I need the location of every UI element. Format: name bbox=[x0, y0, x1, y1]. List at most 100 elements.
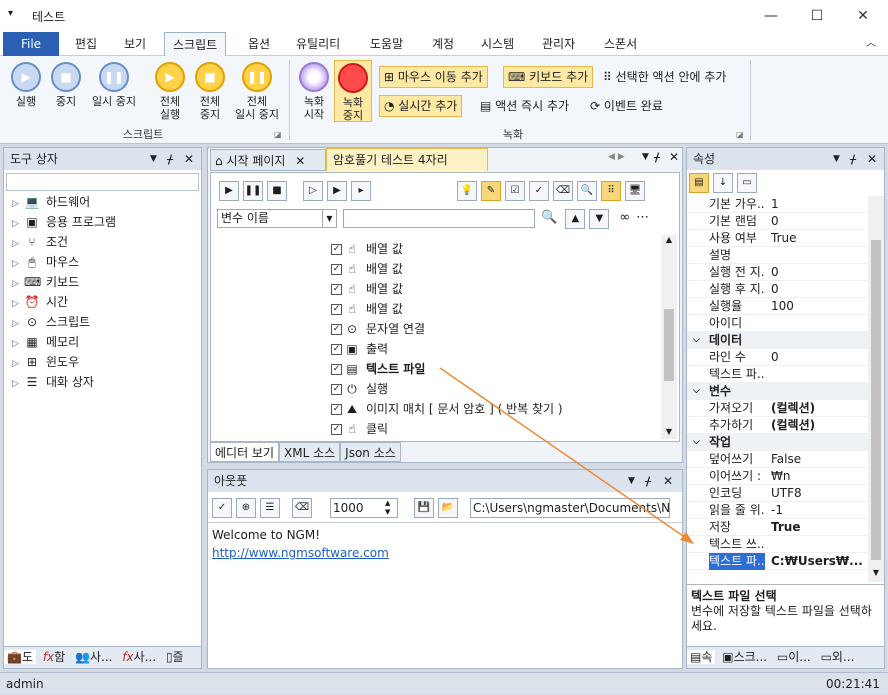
new-file-icon[interactable]: ⊕ bbox=[236, 498, 256, 518]
property-value[interactable]: -1 bbox=[771, 502, 868, 519]
tab-scroll-left-icon[interactable]: ◀ ▶ bbox=[608, 152, 625, 162]
add-in-selected-button[interactable]: ⠿ 선택한 액션 안에 추가 bbox=[598, 66, 731, 88]
close-icon[interactable]: ✕ bbox=[184, 148, 194, 170]
list-item[interactable]: ✓ ☝ 클릭 bbox=[331, 419, 661, 439]
step-icon[interactable]: ▷ bbox=[303, 181, 323, 201]
add-immediate-button[interactable]: ▤ 액션 즉시 추가 bbox=[475, 95, 574, 117]
property-row[interactable]: 기본 가우... 1 bbox=[687, 196, 868, 213]
app-menu-icon[interactable]: ▾ bbox=[8, 8, 13, 19]
stop-button[interactable]: ■ 중지 bbox=[46, 62, 86, 108]
spinner-arrows-icon[interactable]: ▲ ▼ bbox=[385, 499, 390, 517]
list-item[interactable]: ✓ ⛰ 이미지 매치 [ 문서 암호 ] ( 반복 찾기 ) bbox=[331, 399, 661, 419]
property-value[interactable]: True bbox=[771, 519, 868, 536]
property-row[interactable]: 저장 True bbox=[687, 519, 868, 536]
property-row[interactable]: 텍스트 파... C:₩Users₩... bbox=[687, 553, 868, 570]
tree-item-time[interactable]: ▷ ⏰ 시간 bbox=[12, 292, 116, 312]
scroll-down-icon[interactable]: ▼ bbox=[868, 568, 884, 577]
close-icon[interactable]: ✕ bbox=[663, 470, 673, 492]
list-item[interactable]: ✓ ☝ 배열 값 bbox=[331, 299, 661, 319]
property-row[interactable]: 라인 수 0 bbox=[687, 349, 868, 366]
checkbox[interactable]: ✓ bbox=[331, 324, 342, 335]
toolbox-search-input[interactable] bbox=[6, 173, 199, 191]
tab-external[interactable]: ▭외... bbox=[818, 650, 858, 664]
pin-icon[interactable]: ᚋ bbox=[645, 470, 651, 492]
list-item[interactable]: ✓ ▣ 출력 bbox=[331, 339, 661, 359]
pin-icon[interactable]: ᚋ bbox=[167, 148, 173, 170]
stop-all-button[interactable]: ■ 전체 중지 bbox=[188, 62, 232, 121]
collapse-icon[interactable]: ⌵ bbox=[693, 434, 700, 451]
tab-properties[interactable]: ▤속 bbox=[687, 650, 716, 664]
menu-sponsor[interactable]: 스폰서 bbox=[604, 32, 637, 56]
scrollbar-thumb[interactable] bbox=[664, 309, 674, 381]
add-mouse-move-button[interactable]: ⊞ 마우스 이동 추가 bbox=[379, 66, 488, 88]
search-icon[interactable]: 🔍 bbox=[577, 181, 597, 201]
menu-file[interactable]: File bbox=[3, 32, 59, 56]
dropdown-icon[interactable]: ▼ bbox=[833, 148, 840, 170]
property-value[interactable]: UTF8 bbox=[771, 485, 868, 502]
tree-item-window[interactable]: ▷ ⊞ 윈도우 bbox=[12, 352, 116, 372]
run-button[interactable]: ▶ 실행 bbox=[6, 62, 46, 108]
menu-system[interactable]: 시스템 bbox=[481, 32, 514, 56]
minimize-button[interactable]: — bbox=[748, 0, 794, 32]
property-category[interactable]: ⌵ 데이터 bbox=[687, 332, 868, 349]
event-done-button[interactable]: ⟳ 이벤트 완료 bbox=[585, 95, 668, 117]
tree-item-memory[interactable]: ▷ ▦ 메모리 bbox=[12, 332, 116, 352]
expand-icon[interactable]: ▷ bbox=[12, 234, 24, 254]
property-value[interactable]: 0 bbox=[771, 349, 868, 366]
property-row[interactable]: 실행 전 지... 0 bbox=[687, 264, 868, 281]
tab-editor-view[interactable]: 에디터 보기 bbox=[210, 442, 280, 462]
output-path-input[interactable]: C:\Users\ngmaster\Documents\NGM bbox=[470, 498, 670, 518]
tree-icon[interactable]: ⠿ bbox=[601, 181, 621, 201]
menu-options[interactable]: 옵션 bbox=[248, 32, 270, 56]
property-value[interactable]: False bbox=[771, 451, 868, 468]
collapse-icon[interactable]: ⌵ bbox=[693, 332, 700, 349]
arrow-down-icon[interactable]: ▼ bbox=[589, 209, 610, 229]
arrow-up-icon[interactable]: ▲ bbox=[565, 209, 586, 229]
list-icon[interactable]: ☰ bbox=[260, 498, 280, 518]
checkbox[interactable]: ✓ bbox=[331, 424, 342, 435]
more-icon[interactable]: ⋯ bbox=[636, 210, 649, 225]
record-start-button[interactable]: 녹화 시작 bbox=[294, 62, 334, 121]
sort-az-icon[interactable]: ↓ bbox=[713, 173, 733, 193]
properties-scrollbar[interactable]: ▼ bbox=[868, 196, 884, 582]
record-stop-button[interactable]: 녹화 중지 bbox=[334, 60, 372, 122]
menu-view[interactable]: 보기 bbox=[124, 32, 146, 56]
scroll-down-icon[interactable]: ▼ bbox=[661, 427, 677, 436]
tab-image[interactable]: ▭이... bbox=[774, 650, 814, 664]
menu-edit[interactable]: 편집 bbox=[75, 32, 97, 56]
dialog-launcher-icon[interactable]: ◪ bbox=[736, 130, 744, 139]
edit-icon[interactable]: ✎ bbox=[481, 181, 501, 201]
menu-account[interactable]: 계정 bbox=[432, 32, 454, 56]
tree-item-script[interactable]: ▷ ⊙ 스크립트 bbox=[12, 312, 116, 332]
menu-help[interactable]: 도움말 bbox=[370, 32, 403, 56]
tab-favorites[interactable]: ▯즐 bbox=[163, 650, 187, 664]
search-icon[interactable]: 🔍 bbox=[541, 210, 557, 225]
variable-value-input[interactable] bbox=[343, 209, 535, 228]
eraser-icon[interactable]: ⌫ bbox=[292, 498, 312, 518]
dropdown-icon[interactable]: ▼ bbox=[642, 152, 649, 162]
collapse-icon[interactable]: ⌵ bbox=[693, 383, 700, 400]
list-item[interactable]: ✓ ⊙ 문자열 연결 bbox=[331, 319, 661, 339]
dropdown-icon[interactable]: ▼ bbox=[628, 470, 635, 492]
expand-icon[interactable]: ▷ bbox=[12, 214, 24, 234]
tab-functions[interactable]: fx함 bbox=[40, 650, 68, 664]
property-value[interactable]: 1 bbox=[771, 196, 868, 213]
expand-icon[interactable]: ▷ bbox=[12, 314, 24, 334]
tab-user-2[interactable]: fx사... bbox=[119, 650, 159, 664]
variable-select[interactable]: 변수 이름 ▼ bbox=[217, 209, 337, 228]
checkbox[interactable]: ✓ bbox=[331, 364, 342, 375]
property-category[interactable]: ⌵ 변수 bbox=[687, 383, 868, 400]
chevron-down-icon[interactable]: ▼ bbox=[322, 210, 336, 227]
property-value[interactable]: C:₩Users₩... bbox=[771, 553, 868, 570]
property-value[interactable]: True bbox=[771, 230, 868, 247]
property-row[interactable]: 설명 bbox=[687, 247, 868, 264]
infinity-icon[interactable]: ∞ bbox=[619, 210, 630, 225]
tree-item-dialog[interactable]: ▷ ☰ 대화 상자 bbox=[12, 372, 116, 392]
expand-icon[interactable]: ▷ bbox=[12, 374, 24, 394]
property-category[interactable]: ⌵ 작업 bbox=[687, 434, 868, 451]
menu-utility[interactable]: 유틸리티 bbox=[296, 32, 340, 56]
property-pages-icon[interactable]: ▭ bbox=[737, 173, 757, 193]
checkbox[interactable]: ✓ bbox=[331, 304, 342, 315]
property-row[interactable]: 사용 여부 True bbox=[687, 230, 868, 247]
play-icon[interactable]: ▶ bbox=[219, 181, 239, 201]
